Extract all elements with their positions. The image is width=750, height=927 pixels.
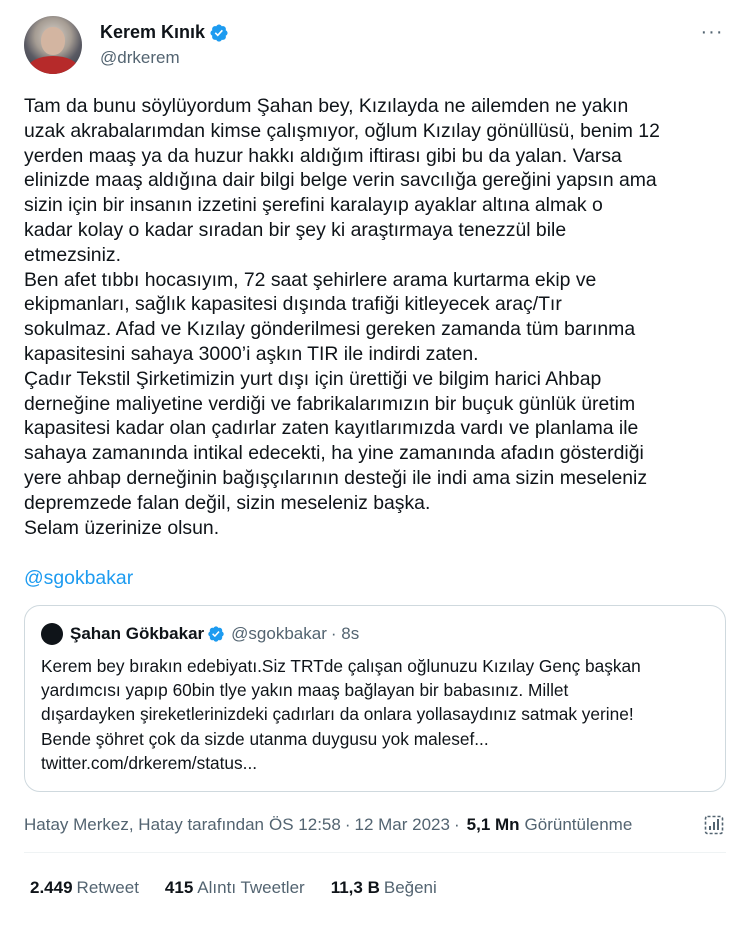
tweet-location[interactable]: Hatay Merkez, Hatay tarafından: [24, 815, 264, 835]
retweet-stat[interactable]: 2.449 Retweet: [30, 878, 139, 898]
tweet-line: kapasitesi kadar olan çadırlar zaten kay…: [24, 417, 639, 440]
divider: [24, 852, 726, 853]
analytics-icon[interactable]: [702, 813, 726, 837]
quote-author-name[interactable]: Şahan Gökbakar: [70, 624, 204, 644]
more-options-icon[interactable]: ···: [698, 18, 726, 46]
quote-avatar[interactable]: [41, 623, 63, 645]
likes-label: Beğeni: [383, 878, 437, 897]
verified-badge-icon: [208, 626, 224, 642]
tweet-line: etmezsiniz.: [24, 243, 121, 266]
tweet-line: Ben afet tıbbı hocasıyım, 72 saat şehirl…: [24, 268, 597, 291]
tweet-line: uzak akrabalarımdan kimse çalışmıyor, oğ…: [24, 119, 660, 142]
quote-tweets-stat[interactable]: 415 Alıntı Tweetler: [165, 878, 305, 898]
quote-line: Bende şöhret çok da sizde utanma duygusu…: [41, 728, 489, 749]
quote-tweets-count: 415: [164, 878, 194, 897]
views-label: Görüntülenme: [524, 815, 633, 834]
quote-time[interactable]: · 8s: [331, 624, 359, 644]
tweet-line: ekipmanları, sağlık kapasitesi dışında t…: [24, 293, 562, 316]
quote-link[interactable]: twitter.com/drkerem/status...: [41, 751, 713, 775]
tweet-line: depremzede falan değil, sizin meseleniz …: [24, 491, 431, 514]
retweet-label: Retweet: [76, 878, 139, 897]
tweet-line: Selam üzerinize olsun.: [24, 516, 220, 539]
tweet-line: kadar kolay o kadar sıradan bir şey ki a…: [24, 218, 567, 241]
avatar-face: [41, 27, 65, 55]
quote-tweets-label: Alıntı Tweetler: [197, 878, 305, 897]
tweet-line: yere ahbap derneğinin bağışçılarının des…: [24, 466, 648, 489]
tweet-text: Tam da bunu söylüyordum Şahan bey, Kızıl…: [24, 94, 726, 540]
retweet-count: 2.449: [30, 878, 73, 897]
tweet-line: elinizde maaş aldığına dair bilgi belge …: [24, 169, 657, 192]
likes-stat[interactable]: 11,3 B Beğeni: [331, 878, 437, 898]
avatar-shoulder: [28, 56, 78, 74]
tweet-line: derneğine maliyetine verdiği ve fabrikal…: [24, 392, 636, 415]
mention-link[interactable]: @sgokbakar: [24, 567, 133, 590]
likes-count: 11,3 B: [330, 878, 380, 897]
quote-line: yardımcısı yapıp 60bin tlye yakın maaş b…: [41, 680, 569, 701]
author-avatar[interactable]: [24, 16, 82, 74]
tweet-meta: Hatay Merkez, Hatay tarafından ÖS 12:58 …: [24, 813, 726, 837]
tweet-header: Kerem Kınık @drkerem ···: [24, 16, 726, 78]
tweet-line: Tam da bunu söylüyordum Şahan bey, Kızıl…: [24, 95, 629, 117]
tweet-line: sahaya zamanında intikal edecekti, ha yi…: [24, 442, 644, 465]
author-handle[interactable]: @drkerem: [100, 48, 180, 68]
tweet-line: sokulmaz. Afad ve Kızılay gönderilmesi g…: [24, 318, 636, 341]
quoted-tweet[interactable]: Şahan Gökbakar @sgokbakar · 8s Kerem bey…: [24, 605, 726, 792]
meta-separator: ·: [344, 815, 351, 834]
author-name-row: Kerem Kınık: [100, 22, 229, 43]
tweet-line: sizin için bir insanın izzetini şerefini…: [24, 194, 603, 217]
tweet-line: kapasitesini sahaya 3000’i aşkın TIR ile…: [24, 342, 479, 365]
tweet-time[interactable]: ÖS 12:58: [269, 815, 341, 835]
quote-text: Kerem bey bırakın edebiyatı.Siz TRTde ça…: [41, 654, 713, 775]
tweet-stats: 2.449 Retweet 415 Alıntı Tweetler 11,3 B Be…: [30, 878, 463, 898]
quote-line: Kerem bey bırakın edebiyatı.Siz TRTde ça…: [41, 656, 641, 676]
quote-header: Şahan Gökbakar @sgokbakar · 8s: [41, 622, 359, 646]
meta-separator: ·: [453, 815, 460, 834]
verified-badge-icon: [210, 23, 228, 42]
quote-line: dışardayken şireketlerinizdeki çadırları…: [41, 704, 634, 725]
views-count: 5,1 Mn: [466, 815, 520, 834]
tweet-line: yerden maaş ya da huzur hakkı aldığım if…: [24, 144, 622, 167]
author-name[interactable]: Kerem Kınık: [100, 22, 205, 43]
quote-author-handle[interactable]: @sgokbakar: [231, 624, 327, 644]
tweet-line: Çadır Tekstil Şirketimizin yurt dışı içi…: [24, 367, 602, 390]
tweet-date[interactable]: 12 Mar 2023: [355, 815, 450, 835]
